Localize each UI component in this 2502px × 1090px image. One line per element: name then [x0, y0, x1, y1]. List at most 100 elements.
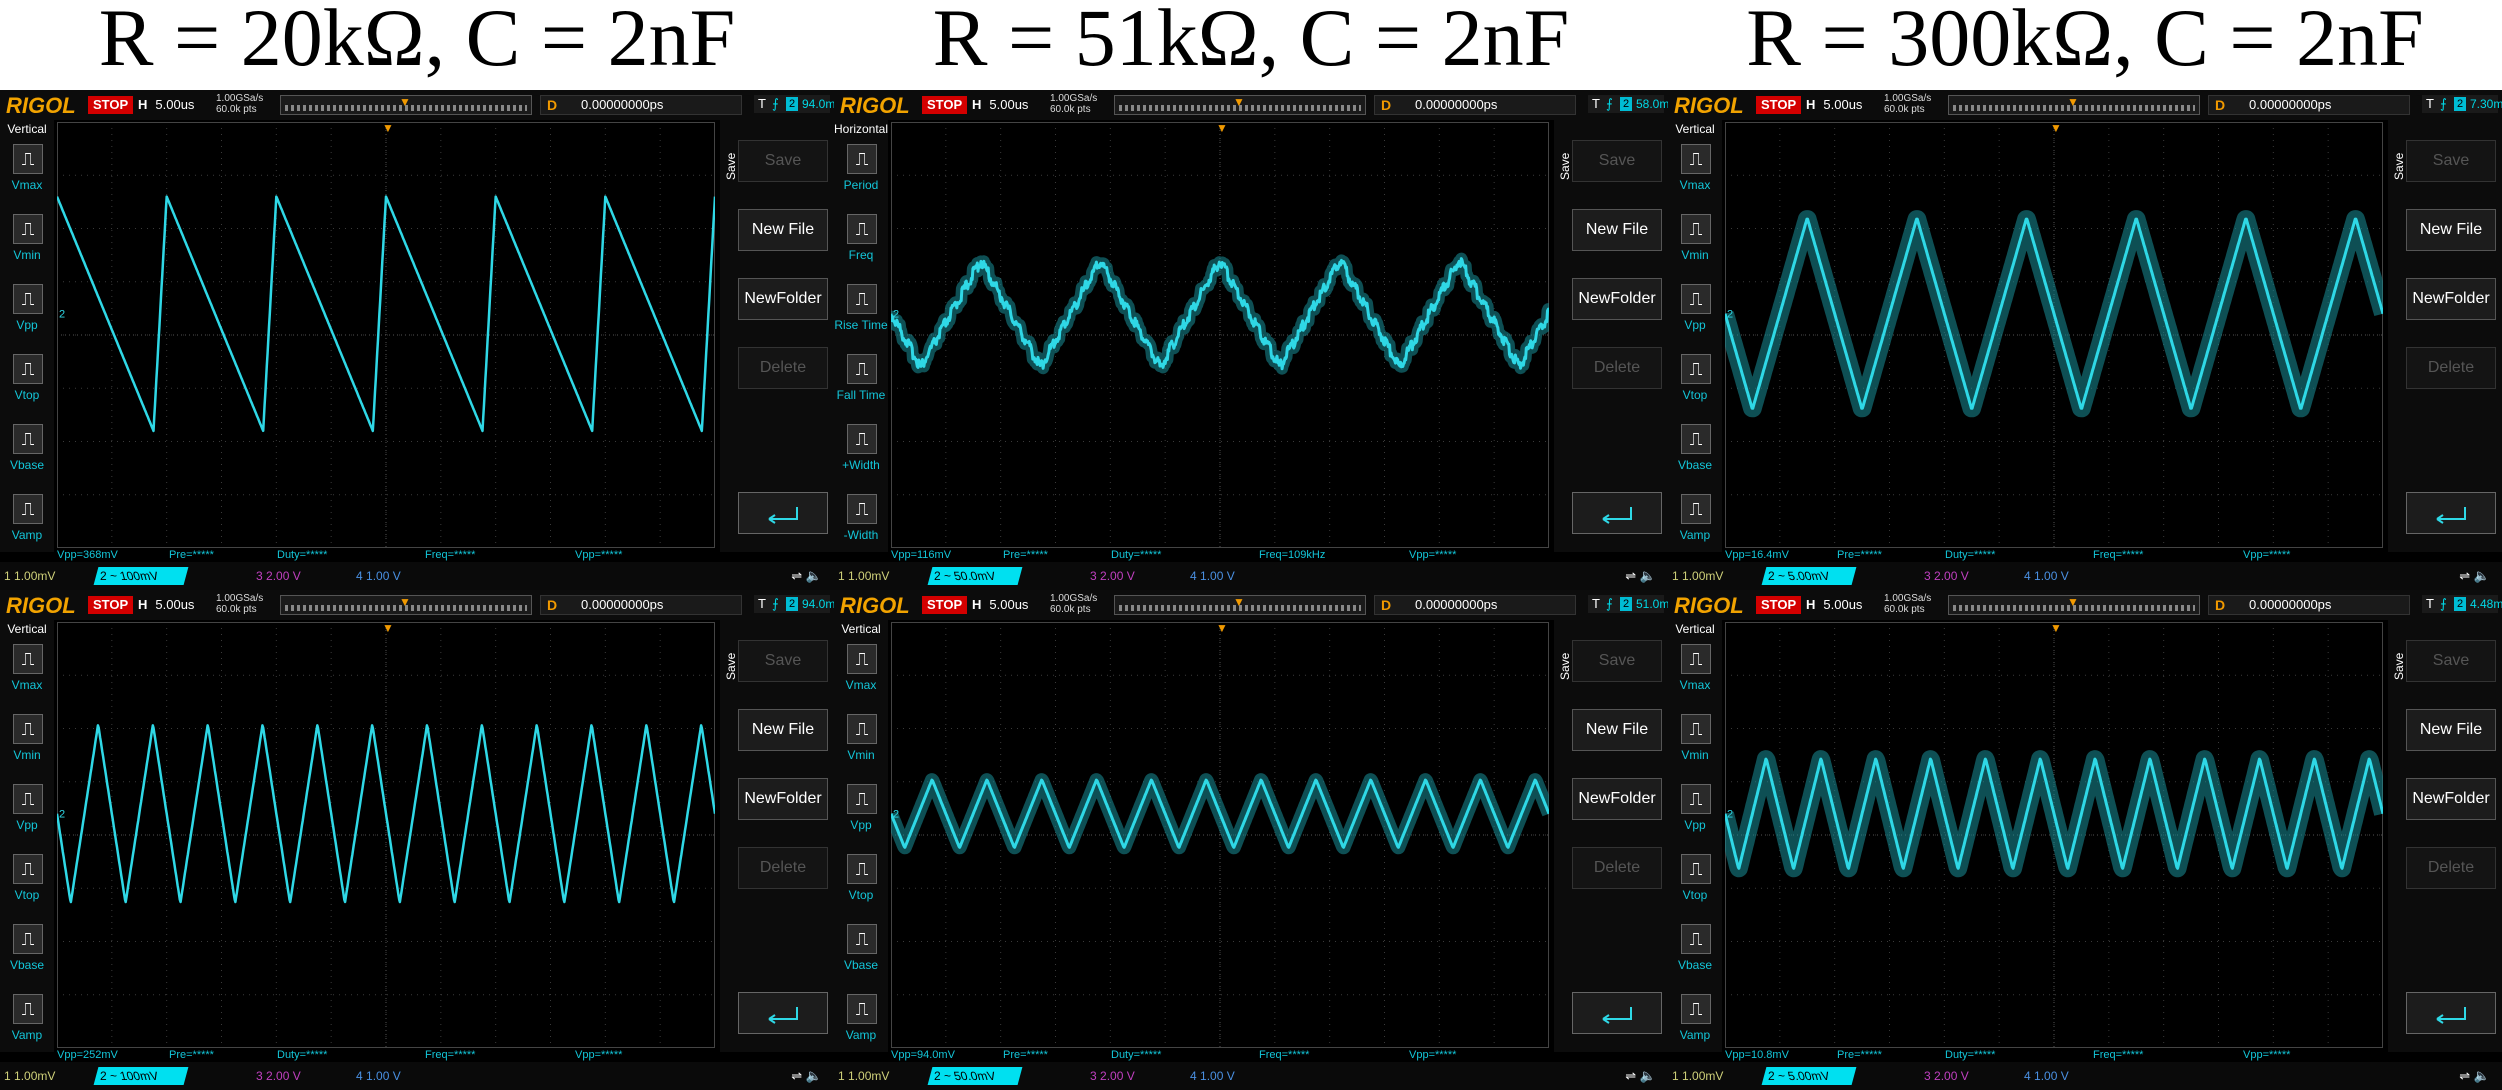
measure-item[interactable]: ⎍ Vtop [834, 850, 888, 920]
return-button[interactable] [2406, 992, 2496, 1034]
trigger-readout[interactable]: T ⨍ 2 51.0mV [1588, 595, 1668, 613]
waveform-position-bar[interactable]: ▼ [1114, 595, 1366, 615]
measure-item[interactable]: ⎍ Vmin [0, 210, 54, 280]
channel-1-scale[interactable]: 1 1.00mV [1672, 567, 1723, 585]
measure-item[interactable]: ⎍ Vbase [0, 920, 54, 990]
measure-item[interactable]: ⎍ Vbase [1668, 420, 1722, 490]
save-menu-button[interactable]: New File [1572, 709, 1662, 751]
save-menu-button[interactable]: Delete [738, 347, 828, 389]
run-stop-status[interactable]: STOP [922, 96, 968, 114]
channel-1-scale[interactable]: 1 1.00mV [1672, 1067, 1723, 1085]
return-button[interactable] [1572, 992, 1662, 1034]
measure-item[interactable]: ⎍ Vmax [1668, 640, 1722, 710]
return-button[interactable] [738, 992, 828, 1034]
save-menu-button[interactable]: NewFolder [1572, 778, 1662, 820]
save-menu-button[interactable]: Save [738, 640, 828, 682]
delay-readout[interactable]: D 0.00000000ps [2208, 95, 2410, 115]
channel-4-scale[interactable]: 4 1.00 V [1190, 567, 1235, 585]
run-stop-status[interactable]: STOP [88, 596, 134, 614]
timebase-readout[interactable]: H 5.00us [138, 596, 194, 614]
save-menu-button[interactable]: New File [738, 209, 828, 251]
measure-item[interactable]: ⎍ Vamp [0, 990, 54, 1060]
channel-3-scale[interactable]: 3 2.00 V [256, 567, 301, 585]
measure-item[interactable]: ⎍ Vtop [1668, 850, 1722, 920]
channel-1-scale[interactable]: 1 1.00mV [838, 1067, 889, 1085]
save-menu-button[interactable]: Delete [738, 847, 828, 889]
measure-item[interactable]: ⎍ Vpp [1668, 280, 1722, 350]
save-menu-button[interactable]: Save [2406, 640, 2496, 682]
save-menu-button[interactable]: Save [738, 140, 828, 182]
waveform-position-bar[interactable]: ▼ [280, 95, 532, 115]
save-menu-button[interactable]: NewFolder [2406, 778, 2496, 820]
measure-item[interactable]: ⎍ Vmax [1668, 140, 1722, 210]
save-menu-button[interactable]: Delete [1572, 847, 1662, 889]
measure-item[interactable]: ⎍ Vtop [0, 350, 54, 420]
run-stop-status[interactable]: STOP [1756, 96, 1802, 114]
run-stop-status[interactable]: STOP [922, 596, 968, 614]
timebase-readout[interactable]: H 5.00us [138, 96, 194, 114]
trigger-readout[interactable]: T ⨍ 2 58.0mV [1588, 95, 1668, 113]
channel-2-scale[interactable]: 2 ~ 100mV [93, 1067, 189, 1085]
waveform-position-bar[interactable]: ▼ [1948, 595, 2200, 615]
delay-readout[interactable]: D 0.00000000ps [540, 595, 742, 615]
channel-4-scale[interactable]: 4 1.00 V [2024, 1067, 2069, 1085]
channel-2-scale[interactable]: 2 ~ 5.00mV [1761, 1067, 1857, 1085]
save-menu-button[interactable]: New File [1572, 209, 1662, 251]
measure-item[interactable]: ⎍ -Width [834, 490, 888, 560]
save-menu-button[interactable]: Save [2406, 140, 2496, 182]
return-button[interactable] [2406, 492, 2496, 534]
measure-item[interactable]: ⎍ Freq [834, 210, 888, 280]
measure-item[interactable]: ⎍ +Width [834, 420, 888, 490]
return-button[interactable] [1572, 492, 1662, 534]
measure-item[interactable]: ⎍ Vmin [834, 710, 888, 780]
trigger-readout[interactable]: T ⨍ 2 94.0mV [754, 95, 834, 113]
delay-readout[interactable]: D 0.00000000ps [2208, 595, 2410, 615]
channel-1-scale[interactable]: 1 1.00mV [838, 567, 889, 585]
save-menu-button[interactable]: New File [2406, 209, 2496, 251]
measure-item[interactable]: ⎍ Rise Time [834, 280, 888, 350]
save-menu-button[interactable]: New File [738, 709, 828, 751]
channel-3-scale[interactable]: 3 2.00 V [256, 1067, 301, 1085]
measure-item[interactable]: ⎍ Vamp [834, 990, 888, 1060]
measure-item[interactable]: ⎍ Vamp [0, 490, 54, 560]
measure-item[interactable]: ⎍ Vtop [1668, 350, 1722, 420]
measure-item[interactable]: ⎍ Vtop [0, 850, 54, 920]
save-menu-button[interactable]: Save [1572, 640, 1662, 682]
save-menu-button[interactable]: NewFolder [2406, 278, 2496, 320]
measure-item[interactable]: ⎍ Fall Time [834, 350, 888, 420]
delay-readout[interactable]: D 0.00000000ps [540, 95, 742, 115]
channel-2-scale[interactable]: 2 ~ 5.00mV [1761, 567, 1857, 585]
channel-3-scale[interactable]: 3 2.00 V [1924, 1067, 1969, 1085]
run-stop-status[interactable]: STOP [1756, 596, 1802, 614]
save-menu-button[interactable]: NewFolder [738, 778, 828, 820]
channel-1-scale[interactable]: 1 1.00mV [4, 567, 55, 585]
measure-item[interactable]: ⎍ Vpp [1668, 780, 1722, 850]
channel-4-scale[interactable]: 4 1.00 V [1190, 1067, 1235, 1085]
measure-item[interactable]: ⎍ Vbase [0, 420, 54, 490]
channel-2-scale[interactable]: 2 ~ 50.0mV [927, 567, 1023, 585]
measure-item[interactable]: ⎍ Vmax [0, 640, 54, 710]
channel-4-scale[interactable]: 4 1.00 V [356, 1067, 401, 1085]
channel-2-scale[interactable]: 2 ~ 50.0mV [927, 1067, 1023, 1085]
save-menu-button[interactable]: Delete [2406, 347, 2496, 389]
measure-item[interactable]: ⎍ Vmax [834, 640, 888, 710]
measure-item[interactable]: ⎍ Vpp [0, 280, 54, 350]
save-menu-button[interactable]: NewFolder [1572, 278, 1662, 320]
trigger-readout[interactable]: T ⨍ 2 7.30mV [2422, 95, 2502, 113]
measure-item[interactable]: ⎍ Vmin [1668, 710, 1722, 780]
channel-2-scale[interactable]: 2 ~ 100mV [93, 567, 189, 585]
trigger-readout[interactable]: T ⨍ 2 4.48mV [2422, 595, 2502, 613]
channel-3-scale[interactable]: 3 2.00 V [1090, 567, 1135, 585]
waveform-position-bar[interactable]: ▼ [280, 595, 532, 615]
channel-3-scale[interactable]: 3 2.00 V [1090, 1067, 1135, 1085]
measure-item[interactable]: ⎍ Vmin [1668, 210, 1722, 280]
measure-item[interactable]: ⎍ Vmax [0, 140, 54, 210]
delay-readout[interactable]: D 0.00000000ps [1374, 95, 1576, 115]
measure-item[interactable]: ⎍ Vpp [834, 780, 888, 850]
save-menu-button[interactable]: New File [2406, 709, 2496, 751]
save-menu-button[interactable]: Delete [2406, 847, 2496, 889]
save-menu-button[interactable]: Delete [1572, 347, 1662, 389]
channel-1-scale[interactable]: 1 1.00mV [4, 1067, 55, 1085]
timebase-readout[interactable]: H 5.00us [972, 96, 1028, 114]
timebase-readout[interactable]: H 5.00us [1806, 596, 1862, 614]
